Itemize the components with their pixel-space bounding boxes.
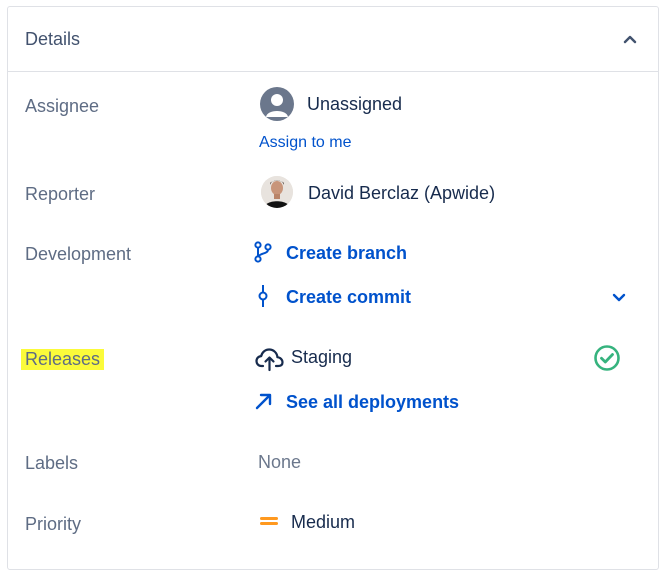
chevron-up-icon [623, 35, 637, 44]
priority-medium-icon [260, 515, 278, 529]
reporter-avatar [261, 176, 293, 208]
create-branch-link[interactable]: Create branch [286, 243, 407, 264]
assignee-value: Unassigned [307, 94, 403, 114]
cloud-upload-icon [255, 348, 284, 372]
development-label: Development [25, 244, 132, 264]
commit-icon [258, 285, 268, 307]
avatar-unassigned [260, 87, 294, 121]
user-icon [266, 94, 288, 117]
releases-label: Releases [21, 349, 105, 370]
branch-icon [254, 241, 272, 263]
reporter-value: David Berclaz (Apwide) [308, 183, 496, 203]
check-circle-icon [594, 345, 620, 371]
priority-label: Priority [25, 514, 82, 534]
see-all-deployments-link[interactable]: See all deployments [286, 392, 459, 413]
assignee-label: Assignee [25, 96, 100, 116]
reporter-label: Reporter [25, 184, 96, 204]
priority-value[interactable]: Medium [291, 512, 355, 533]
labels-label: Labels [25, 453, 79, 473]
panel-title: Details [25, 29, 81, 49]
person-photo-icon [261, 176, 293, 208]
development-expand-button[interactable] [611, 291, 627, 303]
assign-to-me-link[interactable]: Assign to me [259, 134, 351, 152]
release-environment[interactable]: Staging [291, 347, 352, 368]
collapse-button[interactable] [620, 29, 640, 49]
labels-value[interactable]: None [258, 452, 301, 473]
details-panel: Details Assignee Unassigned Assign to me… [7, 6, 659, 570]
chevron-down-icon [612, 293, 626, 302]
details-panel-header[interactable]: Details [8, 7, 658, 72]
create-commit-link[interactable]: Create commit [286, 287, 411, 308]
arrow-up-right-icon [255, 393, 272, 410]
